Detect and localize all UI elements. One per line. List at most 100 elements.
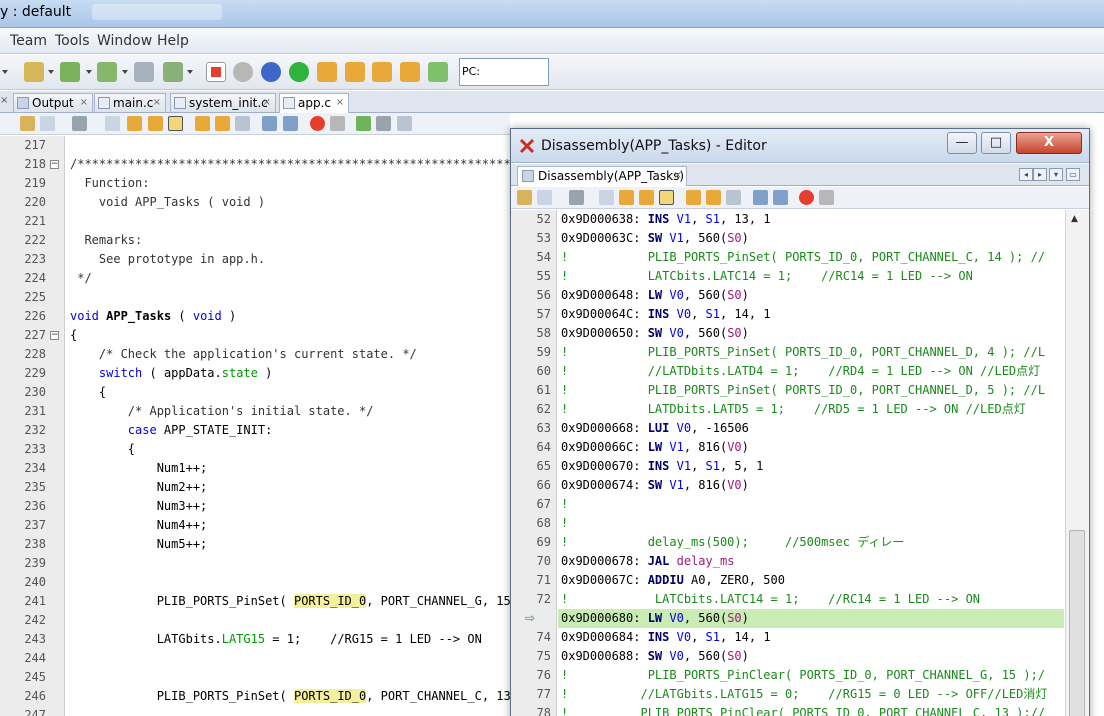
code-line: Function: — [70, 176, 150, 190]
menu-window[interactable]: Window — [97, 33, 152, 49]
upload-icon[interactable] — [97, 62, 117, 82]
disassembly-code[interactable]: 0x9D000638: INS V1, S1, 13, 1 0x9D00063C… — [558, 210, 1064, 716]
tab-output[interactable]: Output × — [13, 93, 93, 112]
line-number: 67 — [536, 497, 551, 511]
menu-tools[interactable]: Tools — [55, 33, 90, 49]
close-icon[interactable]: × — [263, 94, 271, 112]
line-number: 235 — [24, 480, 46, 494]
comment-icon[interactable] — [356, 116, 371, 131]
format-icon[interactable] — [397, 116, 412, 131]
dropdown-arrow-icon[interactable] — [187, 70, 193, 74]
toggle-bookmark-icon[interactable] — [726, 190, 741, 205]
scrollbar-thumb[interactable] — [1069, 530, 1085, 716]
close-icon[interactable]: × — [336, 94, 344, 112]
scroll-tabs-right-icon[interactable]: ▸ — [1033, 168, 1047, 181]
record-macro-icon[interactable] — [799, 190, 814, 205]
close-icon[interactable]: × — [0, 95, 8, 106]
set-pc-icon[interactable] — [428, 62, 448, 82]
window-title: y : default — [0, 4, 72, 20]
disassembly-title-bar[interactable]: Disassembly(APP_Tasks) - Editor — □ X — [511, 129, 1089, 163]
dropdown-arrow-icon[interactable] — [122, 70, 128, 74]
asm-source-line: ! PLIB_PORTS_PinSet( PORTS_ID_0, PORT_CH… — [561, 383, 1046, 397]
step-out-icon[interactable] — [372, 62, 392, 82]
find-icon[interactable] — [599, 190, 614, 205]
asm-line: 0x9D000684: INS V0, S1, 14, 1 — [561, 630, 771, 644]
uncomment-icon[interactable] — [376, 116, 391, 131]
history-icon[interactable] — [40, 116, 55, 131]
line-number: 58 — [536, 326, 551, 340]
toggle-bookmark-icon[interactable] — [235, 116, 250, 131]
close-icon[interactable]: × — [153, 94, 161, 112]
title-blurred-area — [92, 4, 222, 20]
run-icon[interactable] — [163, 62, 183, 82]
reset-icon[interactable] — [261, 62, 281, 82]
previous-bookmark-icon[interactable] — [195, 116, 210, 131]
line-number: 57 — [536, 307, 551, 321]
step-into-icon[interactable] — [345, 62, 365, 82]
find-previous-icon[interactable] — [127, 116, 142, 131]
asm-line: 0x9D000670: INS V1, S1, 5, 1 — [561, 459, 764, 473]
tab-list-icon[interactable]: ▾ — [1049, 168, 1063, 181]
code-line: Num3++; — [70, 499, 208, 513]
record-macro-icon[interactable] — [310, 116, 325, 131]
maximize-button[interactable]: □ — [981, 132, 1011, 154]
download-icon[interactable] — [60, 62, 80, 82]
dropdown-arrow-icon[interactable] — [48, 70, 54, 74]
tab-main-c[interactable]: main.c × — [94, 93, 166, 112]
asm-line: 0x9D000678: JAL delay_ms — [561, 554, 735, 568]
source-icon[interactable] — [20, 116, 35, 131]
history-icon[interactable] — [537, 190, 552, 205]
refresh-icon[interactable] — [134, 62, 154, 82]
back-icon[interactable] — [72, 116, 87, 131]
restore-icon[interactable]: ▭ — [1066, 168, 1080, 181]
asm-line: 0x9D00064C: INS V0, S1, 14, 1 — [561, 307, 771, 321]
source-editor[interactable]: /***************************************… — [66, 136, 526, 716]
tab-disassembly[interactable]: Disassembly(APP_Tasks) × — [517, 166, 687, 186]
fold-toggle[interactable]: − — [50, 331, 59, 340]
toggle-highlight-icon[interactable] — [168, 116, 183, 131]
find-icon[interactable] — [105, 116, 120, 131]
source-icon[interactable] — [517, 190, 532, 205]
tab-system-init-c[interactable]: system_init.c × — [170, 93, 276, 112]
vertical-scrollbar[interactable]: ▲ — [1065, 210, 1089, 716]
dropdown-arrow-icon[interactable] — [86, 70, 92, 74]
fold-toggle[interactable]: − — [50, 160, 59, 169]
step-over-icon[interactable] — [317, 62, 337, 82]
pause-icon[interactable] — [233, 62, 253, 82]
shift-left-icon[interactable] — [262, 116, 277, 131]
disassembly-toolbar — [511, 187, 1089, 209]
find-previous-icon[interactable] — [619, 190, 634, 205]
find-next-icon[interactable] — [148, 116, 163, 131]
close-window-button[interactable]: X — [1016, 132, 1082, 154]
continue-icon[interactable] — [289, 62, 309, 82]
back-icon[interactable] — [569, 190, 584, 205]
find-next-icon[interactable] — [639, 190, 654, 205]
shift-left-icon[interactable] — [753, 190, 768, 205]
next-bookmark-icon[interactable] — [215, 116, 230, 131]
stop-debug-icon[interactable] — [206, 62, 226, 82]
stop-macro-icon[interactable] — [819, 190, 834, 205]
previous-bookmark-icon[interactable] — [686, 190, 701, 205]
scroll-tabs-left-icon[interactable]: ◂ — [1019, 168, 1033, 181]
scroll-up-icon[interactable]: ▲ — [1071, 214, 1078, 224]
minimize-button[interactable]: — — [947, 132, 977, 154]
shift-right-icon[interactable] — [283, 116, 298, 131]
menu-team[interactable]: Team — [10, 33, 47, 49]
code-line: /* Check the application's current state… — [70, 347, 417, 361]
main-toolbar — [0, 55, 1104, 90]
code-line: PLIB_PORTS_PinSet( PORTS_ID_0, PORT_CHAN… — [70, 689, 511, 703]
menu-help[interactable]: Help — [157, 33, 189, 49]
close-icon[interactable]: × — [674, 167, 682, 185]
dropdown-arrow-icon[interactable] — [2, 70, 8, 74]
build-icon[interactable] — [24, 62, 44, 82]
tab-app-c[interactable]: app.c × — [279, 93, 349, 113]
run-to-cursor-icon[interactable] — [400, 62, 420, 82]
debug-icon — [519, 138, 535, 154]
toggle-highlight-icon[interactable] — [659, 190, 674, 205]
shift-right-icon[interactable] — [773, 190, 788, 205]
next-bookmark-icon[interactable] — [706, 190, 721, 205]
stop-macro-icon[interactable] — [330, 116, 345, 131]
close-icon[interactable]: × — [80, 94, 88, 112]
line-number: 228 — [24, 347, 46, 361]
asm-source-line: ! LATCbits.LATC14 = 1; //RC14 = 1 LED --… — [561, 269, 973, 283]
